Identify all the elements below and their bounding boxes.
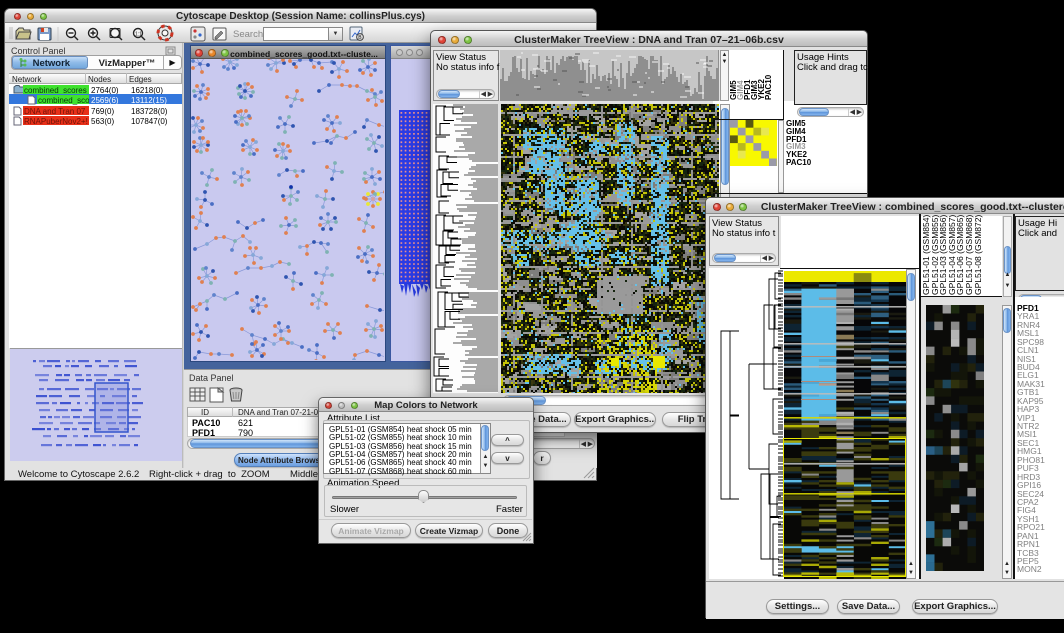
svg-text:Search:: Search: [233, 29, 266, 40]
svg-text:1:1: 1:1 [135, 32, 142, 38]
